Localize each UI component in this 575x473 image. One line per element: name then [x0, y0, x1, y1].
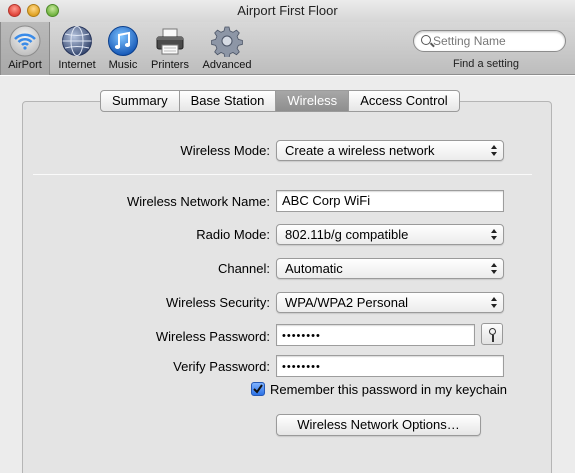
- wireless-security-popup[interactable]: WPA/WPA2 Personal: [276, 292, 504, 313]
- toolbar-label-airport: AirPort: [8, 59, 42, 71]
- wireless-password-label: Wireless Password:: [155, 329, 270, 344]
- minimize-window-button[interactable]: [27, 4, 40, 17]
- music-note-icon: [108, 26, 138, 56]
- title-bar: Airport First Floor: [0, 0, 575, 22]
- password-dots: ••••••••: [282, 330, 321, 342]
- airport-wifi-icon: [9, 25, 41, 57]
- popup-arrows-icon: [491, 229, 497, 240]
- popup-arrows-icon: [491, 145, 497, 156]
- network-name-label: Wireless Network Name:: [126, 194, 270, 209]
- window-title: Airport First Floor: [237, 3, 338, 18]
- radio-mode-label: Radio Mode:: [196, 227, 270, 242]
- channel-value: Automatic: [285, 261, 343, 276]
- zoom-window-button[interactable]: [46, 4, 59, 17]
- keychain-button[interactable]: [481, 323, 503, 345]
- channel-label: Channel:: [217, 261, 270, 276]
- keychain-checkbox[interactable]: [251, 382, 265, 396]
- toolbar-item-printers[interactable]: Printers: [147, 22, 193, 75]
- tab-summary[interactable]: Summary: [100, 90, 180, 112]
- wireless-mode-popup[interactable]: Create a wireless network: [276, 140, 504, 161]
- wireless-network-options-button[interactable]: Wireless Network Options…: [276, 414, 481, 436]
- wireless-mode-value: Create a wireless network: [285, 143, 435, 158]
- section-divider: [33, 174, 532, 175]
- tab-wireless[interactable]: Wireless: [276, 90, 350, 112]
- verify-password-label: Verify Password:: [173, 359, 270, 374]
- verify-password-field[interactable]: ••••••••: [276, 355, 504, 377]
- toolbar-item-airport[interactable]: AirPort: [0, 22, 50, 75]
- tab-access-control[interactable]: Access Control: [349, 90, 460, 112]
- globe-icon: [62, 26, 92, 56]
- toolbar-label-advanced: Advanced: [202, 59, 252, 71]
- wireless-password-field[interactable]: ••••••••: [276, 324, 475, 346]
- radio-mode-popup[interactable]: 802.11b/g compatible: [276, 224, 504, 245]
- close-window-button[interactable]: [8, 4, 21, 17]
- keychain-checkbox-label[interactable]: Remember this password in my keychain: [270, 382, 507, 397]
- toolbar-item-advanced[interactable]: Advanced: [199, 22, 255, 75]
- toolbar-label-internet: Internet: [58, 59, 96, 71]
- popup-arrows-icon: [491, 263, 497, 274]
- search-field[interactable]: [413, 30, 566, 52]
- key-icon: [489, 328, 496, 335]
- tab-bar: Summary Base Station Wireless Access Con…: [100, 90, 460, 112]
- search-icon: [421, 35, 431, 45]
- search-hint: Find a setting: [453, 58, 520, 70]
- radio-mode-value: 802.11b/g compatible: [285, 227, 409, 242]
- popup-arrows-icon: [491, 297, 497, 308]
- toolbar-item-internet[interactable]: Internet: [52, 22, 102, 75]
- search-input[interactable]: [433, 33, 561, 49]
- wireless-security-label: Wireless Security:: [165, 295, 270, 310]
- printer-icon: [156, 28, 184, 55]
- wireless-security-value: WPA/WPA2 Personal: [285, 295, 409, 310]
- channel-popup[interactable]: Automatic: [276, 258, 504, 279]
- toolbar-label-printers: Printers: [151, 59, 189, 71]
- tab-base-station[interactable]: Base Station: [179, 90, 277, 112]
- wireless-mode-label: Wireless Mode:: [180, 143, 270, 158]
- gear-icon: [211, 26, 243, 57]
- toolbar-label-music: Music: [108, 59, 138, 71]
- toolbar: AirPort Internet Music Printers Advanced…: [0, 22, 575, 75]
- network-name-field[interactable]: ABC Corp WiFi: [276, 190, 504, 212]
- checkmark-icon: [253, 384, 263, 394]
- toolbar-item-music[interactable]: Music: [103, 22, 143, 75]
- verify-password-dots: ••••••••: [282, 361, 321, 373]
